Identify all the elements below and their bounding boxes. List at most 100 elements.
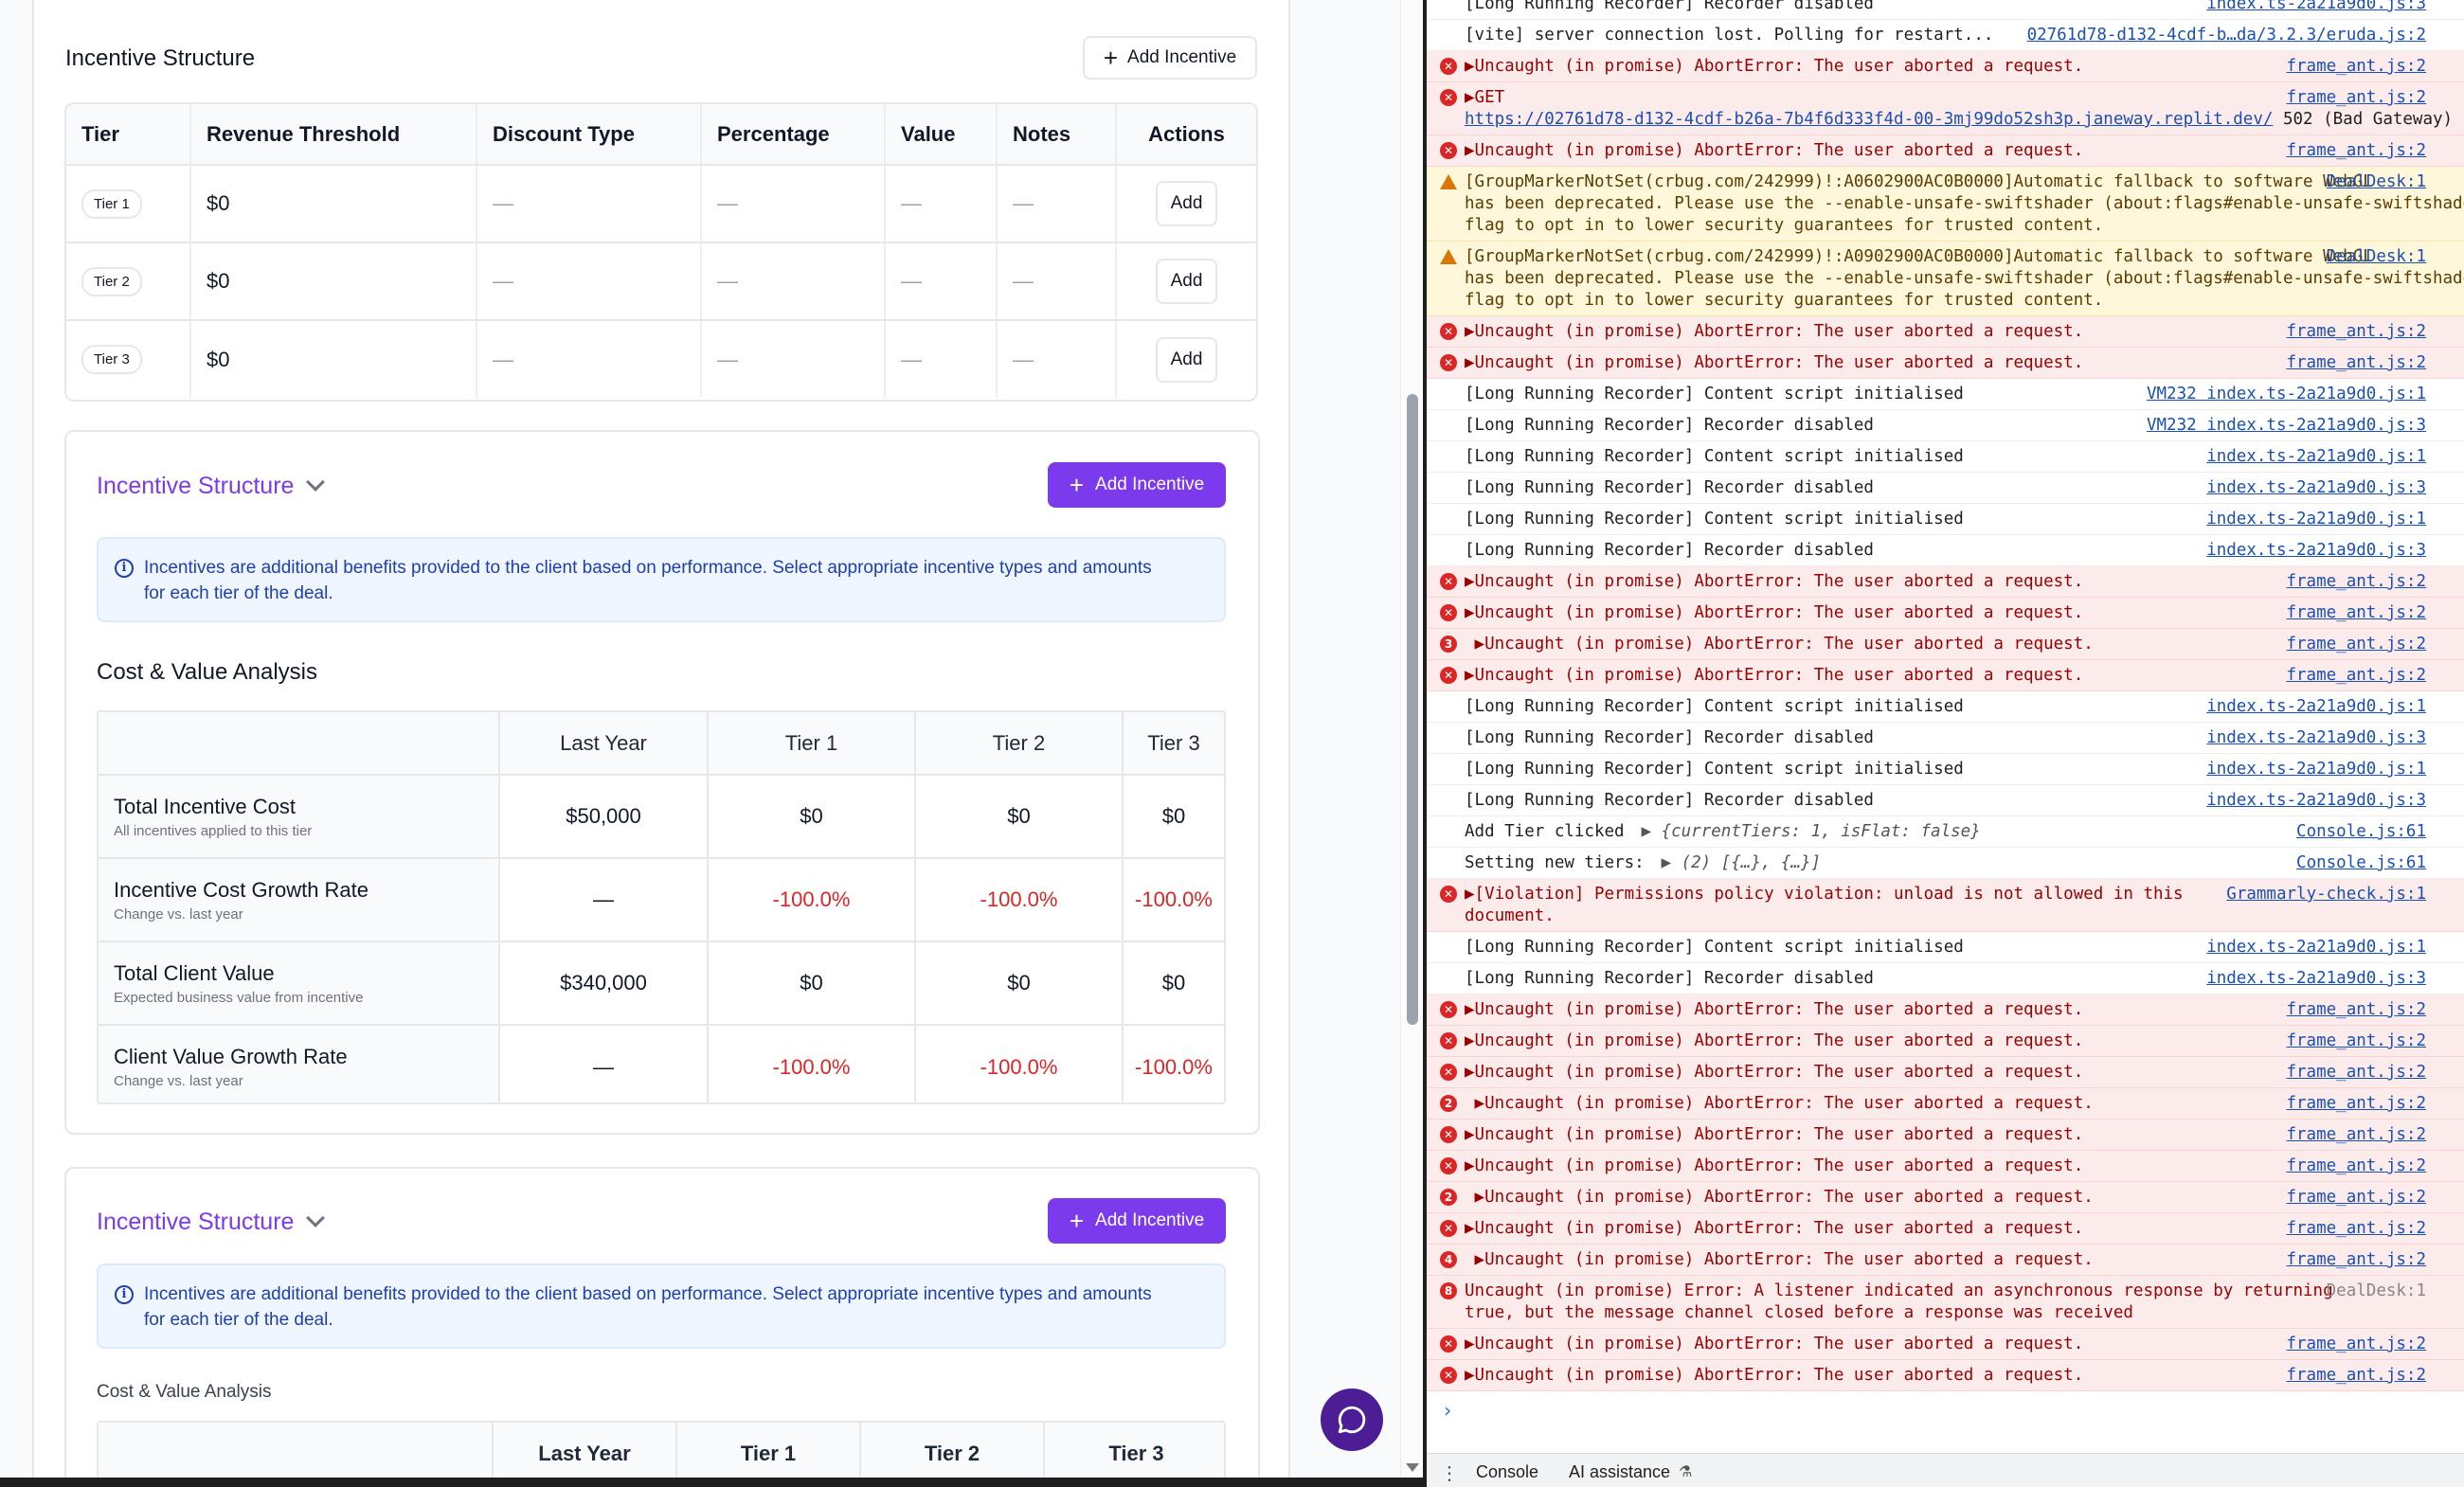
console-message[interactable]: ✕ ▶Uncaught (in promise) AbortError: The …	[1427, 316, 2464, 348]
console-message[interactable]: [GroupMarkerNotSet(crbug.com/242999)!:A0…	[1427, 242, 2464, 316]
add-tier-incentive-button[interactable]: Add	[1155, 181, 1218, 226]
console-message[interactable]: ✕ ▶Uncaught (in promise) AbortError: The …	[1427, 994, 2464, 1026]
source-link[interactable]: frame_ant.js:2	[2286, 1156, 2426, 1177]
console-message[interactable]: ✕ ▶Uncaught (in promise) AbortError: The …	[1427, 566, 2464, 598]
console-message[interactable]: ✕ ▶Uncaught (in promise) AbortError: The …	[1427, 1329, 2464, 1360]
source-link[interactable]: VM232 index.ts-2a21a9d0.js:3	[2147, 415, 2426, 437]
source-link[interactable]: frame_ant.js:2	[2286, 1187, 2426, 1209]
console-message[interactable]: ✕ ▶Uncaught (in promise) AbortError: The …	[1427, 660, 2464, 691]
source-link[interactable]: frame_ant.js:2	[2286, 634, 2426, 655]
console-message[interactable]: [Long Running Recorder] Recorder disable…	[1427, 723, 2464, 754]
add-incentive-button[interactable]: + Add Incentive	[1083, 36, 1257, 80]
console-message[interactable]: ✕ ▶[Violation] Permissions policy violati…	[1427, 879, 2464, 932]
console-message[interactable]: ✕ ▶Uncaught (in promise) AbortError: The …	[1427, 1213, 2464, 1245]
source-link[interactable]: index.ts-2a21a9d0.js:3	[2206, 727, 2426, 749]
console-message[interactable]: [Long Running Recorder] Content script i…	[1427, 504, 2464, 535]
console-message[interactable]: ✕ ▶Uncaught (in promise) AbortError: The …	[1427, 1057, 2464, 1088]
tab-ai-assistance[interactable]: AI assistance	[1569, 1462, 1670, 1482]
console-message[interactable]: ✕ ▶Uncaught (in promise) AbortError: The …	[1427, 51, 2464, 82]
incentive-structure-collapsible-title[interactable]: Incentive Structure	[97, 1209, 294, 1236]
source-link[interactable]: frame_ant.js:2	[2286, 56, 2426, 78]
source-link[interactable]: 02761d78-d132-4cdf-b…da/3.2.3/eruda.js:2	[2027, 25, 2426, 46]
source-link[interactable]: frame_ant.js:2	[2286, 602, 2426, 624]
source-link[interactable]: Console.js:61	[2296, 852, 2426, 874]
source-link[interactable]: index.ts-2a21a9d0.js:3	[2206, 0, 2426, 15]
console-message[interactable]: ✕ ▶Uncaught (in promise) AbortError: The …	[1427, 1026, 2464, 1057]
console-message[interactable]: Add Tier clicked ▶ {currentTiers: 1, isF…	[1427, 816, 2464, 848]
source-link[interactable]: frame_ant.js:2	[2286, 87, 2426, 109]
source-link[interactable]: VM232 index.ts-2a21a9d0.js:1	[2147, 384, 2426, 405]
source-link[interactable]: index.ts-2a21a9d0.js:3	[2206, 968, 2426, 990]
add-incentive-button-primary[interactable]: + Add Incentive	[1048, 1198, 1226, 1244]
console-message[interactable]: [Long Running Recorder] Recorder disable…	[1427, 0, 2464, 20]
source-link[interactable]: DealDesk:1	[2327, 246, 2426, 268]
console-message[interactable]: ✕ ▶Uncaught (in promise) AbortError: The …	[1427, 1151, 2464, 1182]
console-message[interactable]: ✕ ▶GET https://02761d78-d132-4cdf-b26a-7b4…	[1427, 82, 2464, 135]
console-message[interactable]: 3 ▶Uncaught (in promise) AbortError: The…	[1427, 629, 2464, 660]
source-link[interactable]: DealDesk:1	[2327, 171, 2426, 193]
console-message[interactable]: [Long Running Recorder] Recorder disable…	[1427, 785, 2464, 816]
console-message[interactable]: [GroupMarkerNotSet(crbug.com/242999)!:A0…	[1427, 167, 2464, 242]
add-tier-incentive-button[interactable]: Add	[1155, 336, 1218, 383]
source-link[interactable]: frame_ant.js:2	[2286, 1365, 2426, 1387]
console-message[interactable]: [Long Running Recorder] Recorder disable…	[1427, 963, 2464, 994]
source-link[interactable]: frame_ant.js:2	[2286, 352, 2426, 374]
console-message[interactable]: 2 ▶Uncaught (in promise) AbortError: The…	[1427, 1182, 2464, 1213]
source-link[interactable]: index.ts-2a21a9d0.js:1	[2206, 937, 2426, 958]
last-year-cell: $50,000	[499, 775, 709, 859]
source-link[interactable]: index.ts-2a21a9d0.js:3	[2206, 790, 2426, 812]
console-message[interactable]: [Long Running Recorder] Content script i…	[1427, 691, 2464, 723]
console-message[interactable]: [Long Running Recorder] Content script i…	[1427, 932, 2464, 963]
source-link[interactable]: frame_ant.js:2	[2286, 999, 2426, 1021]
source-link[interactable]: frame_ant.js:2	[2286, 1062, 2426, 1084]
scrollbar-thumb[interactable]	[1407, 394, 1418, 1025]
source-link[interactable]: frame_ant.js:2	[2286, 571, 2426, 593]
console-prompt[interactable]: ›	[1442, 1399, 1453, 1422]
source-link[interactable]: frame_ant.js:2	[2286, 1030, 2426, 1052]
page-scrollbar[interactable]	[1400, 0, 1423, 1478]
source-link[interactable]: DealDesk:1	[2327, 1281, 2426, 1302]
console-message[interactable]: [Long Running Recorder] Content script i…	[1427, 379, 2464, 410]
console-message[interactable]: Setting new tiers: ▶ (2) [{…}, {…}] Conso…	[1427, 848, 2464, 879]
source-link[interactable]: Grammarly-check.js:1	[2226, 884, 2426, 905]
incentive-structure-collapsible-title[interactable]: Incentive Structure	[97, 473, 294, 500]
source-link[interactable]: index.ts-2a21a9d0.js:3	[2206, 477, 2426, 499]
add-tier-incentive-button[interactable]: Add	[1155, 259, 1218, 304]
console-message[interactable]: [Long Running Recorder] Recorder disable…	[1427, 535, 2464, 566]
console-message[interactable]: ✕ ▶Uncaught (in promise) AbortError: The …	[1427, 348, 2464, 379]
tab-console[interactable]: Console	[1476, 1462, 1538, 1482]
console-message[interactable]: ✕ ▶Uncaught (in promise) AbortError: The …	[1427, 135, 2464, 167]
scroll-down-arrow-icon[interactable]	[1406, 1463, 1419, 1472]
source-link[interactable]: frame_ant.js:2	[2286, 1249, 2426, 1271]
source-link[interactable]: index.ts-2a21a9d0.js:3	[2206, 540, 2426, 562]
chat-button[interactable]	[1321, 1388, 1383, 1451]
source-link[interactable]: frame_ant.js:2	[2286, 140, 2426, 162]
source-link[interactable]: frame_ant.js:2	[2286, 1334, 2426, 1355]
source-link[interactable]: Console.js:61	[2296, 821, 2426, 843]
source-link[interactable]: index.ts-2a21a9d0.js:1	[2206, 696, 2426, 718]
console-message[interactable]: 4 ▶Uncaught (in promise) AbortError: The…	[1427, 1245, 2464, 1276]
console-message[interactable]: [Long Running Recorder] Recorder disable…	[1427, 410, 2464, 441]
source-link[interactable]: frame_ant.js:2	[2286, 321, 2426, 343]
source-link[interactable]: frame_ant.js:2	[2286, 1093, 2426, 1115]
source-link[interactable]: frame_ant.js:2	[2286, 665, 2426, 687]
source-link[interactable]: index.ts-2a21a9d0.js:1	[2206, 509, 2426, 530]
source-link[interactable]: index.ts-2a21a9d0.js:1	[2206, 759, 2426, 780]
console-object-preview[interactable]: ▶ {currentTiers: 1, isFlat: false}	[1642, 821, 1981, 843]
console-message[interactable]: 2 ▶Uncaught (in promise) AbortError: The…	[1427, 1088, 2464, 1120]
console-message[interactable]: [Long Running Recorder] Recorder disable…	[1427, 473, 2464, 504]
console-message[interactable]: [Long Running Recorder] Content script i…	[1427, 441, 2464, 473]
add-incentive-button-primary[interactable]: + Add Incentive	[1048, 462, 1226, 508]
console-message[interactable]: [vite] server connection lost. Polling f…	[1427, 20, 2464, 51]
console-message[interactable]: ✕ ▶Uncaught (in promise) AbortError: The …	[1427, 1360, 2464, 1391]
console-object-preview[interactable]: ▶ (2) [{…}, {…}]	[1662, 852, 1822, 874]
console-message[interactable]: ✕ ▶Uncaught (in promise) AbortError: The …	[1427, 598, 2464, 629]
console-message[interactable]: 8 Uncaught (in promise) Error: A listener…	[1427, 1276, 2464, 1329]
console-message[interactable]: [Long Running Recorder] Content script i…	[1427, 754, 2464, 785]
source-link[interactable]: frame_ant.js:2	[2286, 1218, 2426, 1240]
source-link[interactable]: index.ts-2a21a9d0.js:1	[2206, 446, 2426, 468]
request-url-link[interactable]: https://02761d78-d132-4cdf-b26a-7b4f6d33…	[1465, 110, 2273, 129]
source-link[interactable]: frame_ant.js:2	[2286, 1124, 2426, 1146]
more-options-icon[interactable]: ⋮	[1440, 1461, 1459, 1485]
console-message[interactable]: ✕ ▶Uncaught (in promise) AbortError: The …	[1427, 1120, 2464, 1151]
